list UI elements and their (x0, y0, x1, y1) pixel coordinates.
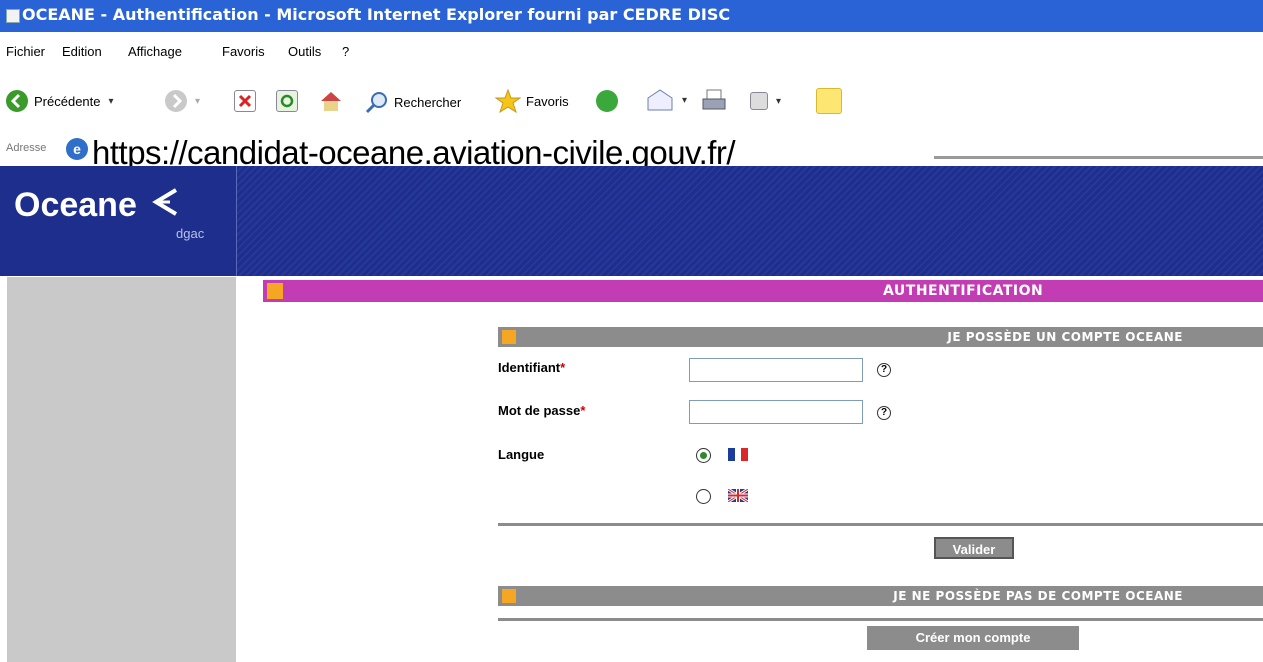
british-flag-icon (728, 489, 748, 502)
mail-button[interactable]: ▾ (646, 88, 687, 112)
login-section-title: JE POSSÈDE UN COMPTE OCEANE (947, 330, 1183, 344)
arrow-icon (502, 589, 516, 603)
menu-bar: Fichier Edition Affichage Favoris Outils… (0, 32, 1263, 70)
edit-dropdown-icon[interactable]: ▾ (776, 96, 781, 107)
mail-icon (647, 89, 673, 111)
search-label: Rechercher (394, 94, 462, 110)
home-icon (321, 92, 341, 111)
language-radio-fr[interactable] (696, 448, 711, 463)
history-button[interactable] (596, 90, 618, 112)
search-icon (365, 92, 387, 114)
password-label: Mot de passe* (498, 403, 586, 418)
language-radio-en[interactable] (696, 489, 711, 504)
refresh-icon (276, 90, 298, 112)
browser-toolbar: Précédente ▾ ▾ Rechercher Favoris ▾ ▾ (0, 70, 1263, 134)
back-label: Précédente (34, 93, 101, 109)
plane-icon (150, 186, 182, 227)
search-button[interactable]: Rechercher (364, 90, 461, 114)
menu-help[interactable]: ? (342, 44, 349, 59)
forward-dropdown-icon[interactable]: ▾ (195, 96, 200, 107)
address-label: Adresse (6, 142, 47, 154)
validate-button[interactable]: Valider (934, 537, 1014, 559)
back-dropdown-icon[interactable]: ▾ (109, 96, 114, 107)
window-title: OCEANE - Authentification - Microsoft In… (22, 5, 731, 24)
logo-sub: dgac (176, 226, 205, 241)
language-label: Langue (498, 447, 545, 462)
home-button[interactable] (318, 88, 344, 114)
stop-button[interactable] (234, 90, 256, 112)
password-input[interactable] (689, 400, 863, 424)
menu-favoris[interactable]: Favoris (222, 44, 265, 59)
logo-name: Oceane (14, 186, 137, 224)
address-field-border (934, 156, 1263, 159)
menu-outils[interactable]: Outils (288, 44, 321, 59)
site-logo[interactable]: Oceane dgac (0, 166, 237, 276)
ie-logo-icon: e (66, 138, 88, 160)
divider (498, 523, 1263, 526)
arrow-icon (502, 330, 516, 344)
login-section-bar: JE POSSÈDE UN COMPTE OCEANE (498, 327, 1263, 347)
register-section-bar: JE NE POSSÈDE PAS DE COMPTE OCEANE (498, 586, 1263, 606)
favorites-button[interactable]: Favoris (494, 88, 569, 114)
arrow-icon (267, 283, 283, 299)
mail-dropdown-icon[interactable]: ▾ (682, 95, 687, 106)
password-help-icon[interactable]: ? (877, 406, 891, 420)
favorites-label: Favoris (526, 93, 569, 109)
printer-icon (702, 89, 726, 110)
identifiant-input[interactable] (689, 358, 863, 382)
back-button[interactable]: Précédente ▾ (6, 90, 114, 112)
back-arrow-icon (6, 90, 28, 112)
forward-button[interactable]: ▾ (165, 90, 200, 112)
print-button[interactable] (700, 88, 728, 114)
sticky-note-icon (816, 88, 842, 114)
identifiant-help-icon[interactable]: ? (877, 363, 891, 377)
notes-button[interactable] (816, 88, 842, 114)
refresh-button[interactable] (276, 90, 298, 112)
stop-icon (234, 90, 256, 112)
create-account-button[interactable]: Créer mon compte (867, 626, 1079, 650)
left-sidebar (7, 277, 236, 662)
register-section-title: JE NE POSSÈDE PAS DE COMPTE OCEANE (893, 589, 1183, 603)
edit-icon (750, 92, 768, 110)
page-heading: AUTHENTIFICATION (883, 283, 1044, 299)
divider (498, 618, 1263, 621)
edit-button[interactable]: ▾ (750, 92, 781, 110)
menu-edition[interactable]: Edition (62, 44, 102, 59)
menu-fichier[interactable]: Fichier (6, 44, 45, 59)
banner-pattern (237, 166, 1263, 276)
ie-page-icon (6, 9, 20, 23)
french-flag-icon (728, 448, 748, 461)
identifiant-label: Identifiant* (498, 360, 566, 375)
history-icon (596, 90, 618, 112)
forward-arrow-icon (165, 90, 187, 112)
star-icon (494, 88, 522, 114)
page-heading-bar: AUTHENTIFICATION (263, 280, 1263, 302)
menu-affichage[interactable]: Affichage (128, 44, 182, 59)
window-titlebar: OCEANE - Authentification - Microsoft In… (0, 0, 1263, 32)
